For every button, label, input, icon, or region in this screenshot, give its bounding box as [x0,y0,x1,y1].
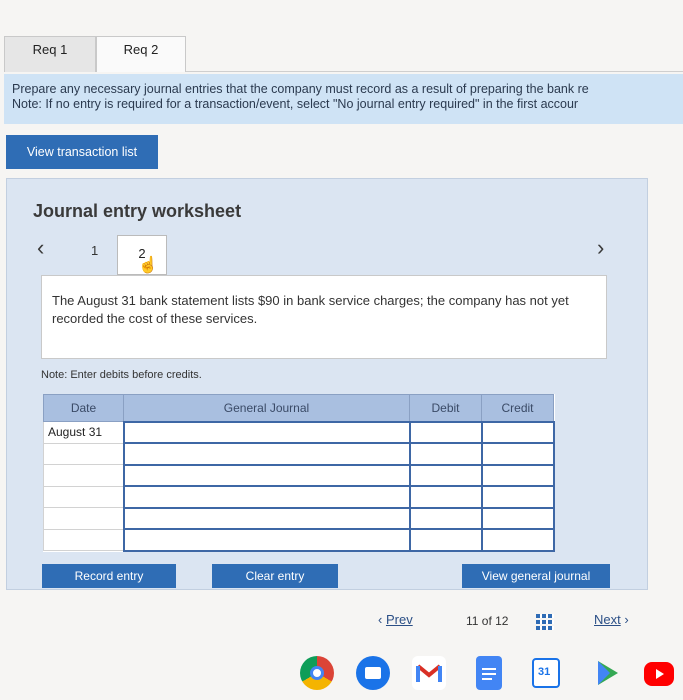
header-general-journal: General Journal [123,394,410,422]
debit-field[interactable] [408,442,483,466]
table-row [43,528,555,552]
docs-icon[interactable] [476,656,502,690]
credit-field[interactable] [480,528,555,552]
tab-req-1[interactable]: Req 1 [4,36,96,72]
account-field[interactable] [122,485,411,509]
calendar-day: 31 [538,666,551,678]
step-2[interactable]: 2 ☝ [117,235,167,275]
debits-credits-note: Note: Enter debits before credits. [41,369,202,381]
journal-header-row: Date General Journal Debit Credit [43,394,554,422]
grid-icon[interactable] [536,614,554,630]
transaction-description: The August 31 bank statement lists $90 i… [41,275,607,359]
page-count: 11 of 12 [466,614,509,628]
tab-divider [186,71,683,72]
debit-field[interactable] [408,420,483,444]
date-cell[interactable] [43,442,124,465]
prev-label: Prev [385,612,413,627]
date-cell[interactable] [43,528,124,551]
credit-field[interactable] [480,506,555,530]
record-entry-button[interactable]: Record entry [42,564,176,588]
calendar-icon[interactable]: 31 [532,658,560,688]
view-transaction-list-button[interactable]: View transaction list [6,135,158,169]
table-row [43,485,555,509]
clear-entry-button[interactable]: Clear entry [212,564,338,588]
tab-req-2[interactable]: Req 2 [96,36,186,72]
date-cell[interactable]: August 31 [43,421,124,444]
debit-field[interactable] [408,506,483,530]
debit-field[interactable] [408,485,483,509]
date-cell[interactable] [43,507,124,530]
table-row [43,506,555,530]
play-store-icon[interactable] [590,656,624,690]
header-date: Date [43,394,124,422]
prev-link[interactable]: ‹ Prev [378,612,413,627]
account-field[interactable] [122,420,411,444]
credit-field[interactable] [480,442,555,466]
instructions-line-2: Note: If no entry is required for a tran… [12,97,579,111]
account-field[interactable] [122,442,411,466]
instructions-line-1: Prepare any necessary journal entries th… [12,82,589,96]
next-label: Next [594,612,621,627]
credit-field[interactable] [480,463,555,487]
chevron-right-icon[interactable]: › [597,235,604,261]
gmail-icon[interactable] [412,656,446,690]
account-field[interactable] [122,506,411,530]
journal-table: Date General Journal Debit Credit August… [43,394,555,552]
files-icon[interactable] [356,656,390,690]
instructions-banner: Prepare any necessary journal entries th… [4,74,683,124]
debit-field[interactable] [408,463,483,487]
date-cell[interactable] [43,485,124,508]
app-shelf: 31 [300,654,683,694]
credit-field[interactable] [480,420,555,444]
header-debit: Debit [409,394,482,422]
youtube-icon[interactable] [644,662,674,686]
chevron-right-icon: › [624,612,629,627]
date-cell[interactable] [43,464,124,487]
journal-entry-worksheet-panel: Journal entry worksheet ‹ 1 2 ☝ › The Au… [6,178,648,590]
pagination: ‹ Prev 11 of 12 Next › [0,612,683,636]
table-row [43,442,555,466]
view-general-journal-button[interactable]: View general journal [462,564,610,588]
account-field[interactable] [122,463,411,487]
table-row [43,463,555,487]
header-credit: Credit [481,394,554,422]
debit-field[interactable] [408,528,483,552]
worksheet-title: Journal entry worksheet [33,201,242,221]
chevron-left-icon: ‹ [378,612,383,627]
chrome-icon[interactable] [300,656,334,690]
next-link[interactable]: Next › [594,612,629,627]
credit-field[interactable] [480,485,555,509]
step-1[interactable]: 1 [91,243,98,258]
table-row: August 31 [43,420,555,444]
chevron-left-icon[interactable]: ‹ [37,235,44,261]
requirement-tabs: Req 1 Req 2 [0,36,683,72]
account-field[interactable] [122,528,411,552]
